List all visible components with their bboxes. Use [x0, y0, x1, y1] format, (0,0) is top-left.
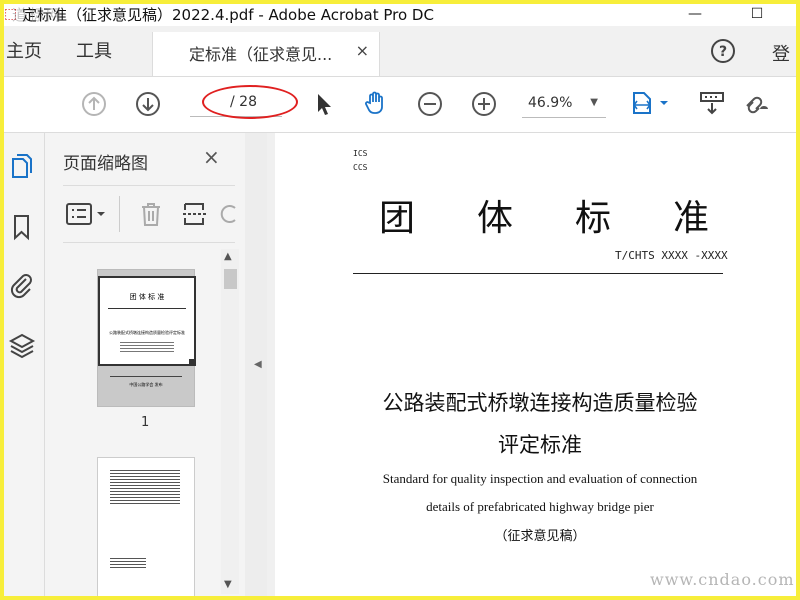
- zoom-in-icon[interactable]: [470, 90, 498, 118]
- standard-code: T/CHTS XXXX -XXXX: [615, 249, 728, 262]
- thumbnail-panel: 页面缩略图 × 团 体 标 准 公路装配式桥墩连接构造质量检验评定标准 中国公路…: [45, 133, 245, 596]
- close-panel-icon[interactable]: ×: [203, 145, 220, 169]
- watermark-url: www.cndao.com: [650, 570, 795, 589]
- extract-pages-icon[interactable]: [181, 200, 209, 228]
- panel-toolbar: [63, 185, 236, 243]
- login-link[interactable]: 登: [772, 40, 790, 66]
- document-tab-label: 定标准（征求意见...: [189, 45, 333, 64]
- document-area[interactable]: ICS CCS 团 体 标 准 T/CHTS XXXX -XXXX 公路装配式桥…: [267, 133, 796, 596]
- page-fit-icon[interactable]: [630, 89, 674, 117]
- heading-char: 团: [379, 198, 416, 239]
- thumbnail-rule: [108, 308, 186, 309]
- acrobat-window: ⬚ 定标准（征求意见稿）2022.4.pdf - Adobe Acrobat P…: [4, 4, 796, 596]
- layers-icon[interactable]: [8, 331, 36, 359]
- menu-bar: 主页 工具 定标准（征求意见... × ? 登: [4, 26, 796, 77]
- page-thumbnail-2[interactable]: [97, 457, 195, 596]
- next-page-icon[interactable]: [134, 90, 162, 118]
- heading-char: 体: [476, 198, 513, 239]
- select-cursor-icon[interactable]: [310, 90, 338, 118]
- share-link-icon[interactable]: [742, 89, 770, 117]
- thumbnail-heading: 团 体 标 准: [129, 293, 165, 301]
- close-tab-icon[interactable]: ×: [356, 41, 369, 60]
- thumbnail-scrollbar[interactable]: ▲ ▼: [221, 249, 239, 594]
- panel-splitter[interactable]: ◀: [245, 133, 267, 596]
- left-nav-strip: [4, 133, 45, 596]
- hand-tool-icon[interactable]: [362, 89, 390, 117]
- thumbnail-text-block: [110, 468, 180, 506]
- thumbnail-page-label: 1: [141, 415, 150, 430]
- trash-icon[interactable]: [137, 200, 165, 228]
- window-title: 定标准（征求意见稿）2022.4.pdf - Adobe Acrobat Pro…: [22, 6, 434, 24]
- heading-char: 准: [672, 198, 709, 239]
- thumbnail-title: 公路装配式桥墩连接构造质量检验评定标准: [109, 330, 185, 335]
- thumbnail-footer-rule: [110, 376, 182, 377]
- red-annotation-ellipse: [202, 85, 298, 119]
- document-tab[interactable]: 定标准（征求意见... ×: [152, 32, 380, 76]
- menu-tools[interactable]: 工具: [76, 40, 112, 64]
- scroll-mode-icon[interactable]: [698, 89, 726, 117]
- zoom-out-icon[interactable]: [416, 90, 444, 118]
- thumbnail-body-lines: [120, 340, 174, 352]
- minimize-button[interactable]: —: [680, 4, 710, 26]
- scrollbar-thumb[interactable]: [224, 269, 237, 289]
- svg-text:?: ?: [719, 44, 727, 60]
- attachments-icon[interactable]: [8, 271, 36, 299]
- bookmarks-icon[interactable]: [8, 213, 36, 241]
- zoom-value: 46.9%: [528, 95, 573, 111]
- document-title-cn-line1: 公路装配式桥墩连接构造质量检验: [382, 391, 698, 415]
- document-heading: 团 体 标 准: [379, 189, 709, 241]
- help-icon[interactable]: ?: [710, 38, 736, 64]
- document-title-cn-line2: 评定标准: [498, 433, 582, 457]
- thumbnail-footer: 中国公路学会 发布: [129, 382, 163, 387]
- thumbnail-resize-handle[interactable]: [189, 359, 195, 365]
- chevron-down-icon: ▼: [590, 97, 598, 108]
- scroll-up-icon[interactable]: ▲: [224, 251, 232, 262]
- title-bar: ⬚ 定标准（征求意见稿）2022.4.pdf - Adobe Acrobat P…: [4, 4, 796, 26]
- zoom-dropdown[interactable]: 46.9% ▼: [522, 91, 606, 118]
- page-thumbnail-1[interactable]: 团 体 标 准 公路装配式桥墩连接构造质量检验评定标准 中国公路学会 发布: [97, 269, 196, 407]
- scroll-down-icon[interactable]: ▼: [224, 579, 232, 590]
- header-rule: [353, 273, 723, 274]
- page-thumbnails-icon[interactable]: [8, 153, 36, 181]
- draft-note: （征求意见稿）: [494, 529, 586, 544]
- ics-label: ICS: [353, 149, 368, 158]
- watermark-logo: 道标网: [12, 6, 64, 24]
- collapse-panel-icon[interactable]: ◀: [254, 359, 262, 370]
- thumbnail-options-icon[interactable]: [65, 200, 111, 228]
- previous-page-icon[interactable]: [80, 90, 108, 118]
- thumbnail-text-block: [110, 556, 146, 570]
- rotate-icon[interactable]: [219, 200, 239, 228]
- menu-home[interactable]: 主页: [6, 40, 42, 64]
- ccs-label: CCS: [353, 163, 368, 172]
- toolbar: / 28 46.9% ▼: [4, 77, 796, 133]
- document-title-en-line1: Standard for quality inspection and eval…: [382, 471, 698, 486]
- thumbnail-page-content: 团 体 标 准 公路装配式桥墩连接构造质量检验评定标准: [98, 276, 196, 366]
- panel-title: 页面缩略图: [63, 154, 148, 174]
- pdf-page: ICS CCS 团 体 标 准 T/CHTS XXXX -XXXX 公路装配式桥…: [275, 133, 796, 596]
- heading-char: 标: [574, 198, 611, 239]
- maximize-button[interactable]: ☐: [742, 4, 772, 26]
- toolbar-divider: [119, 196, 120, 232]
- document-title-en-line2: details of prefabricated highway bridge …: [426, 499, 654, 514]
